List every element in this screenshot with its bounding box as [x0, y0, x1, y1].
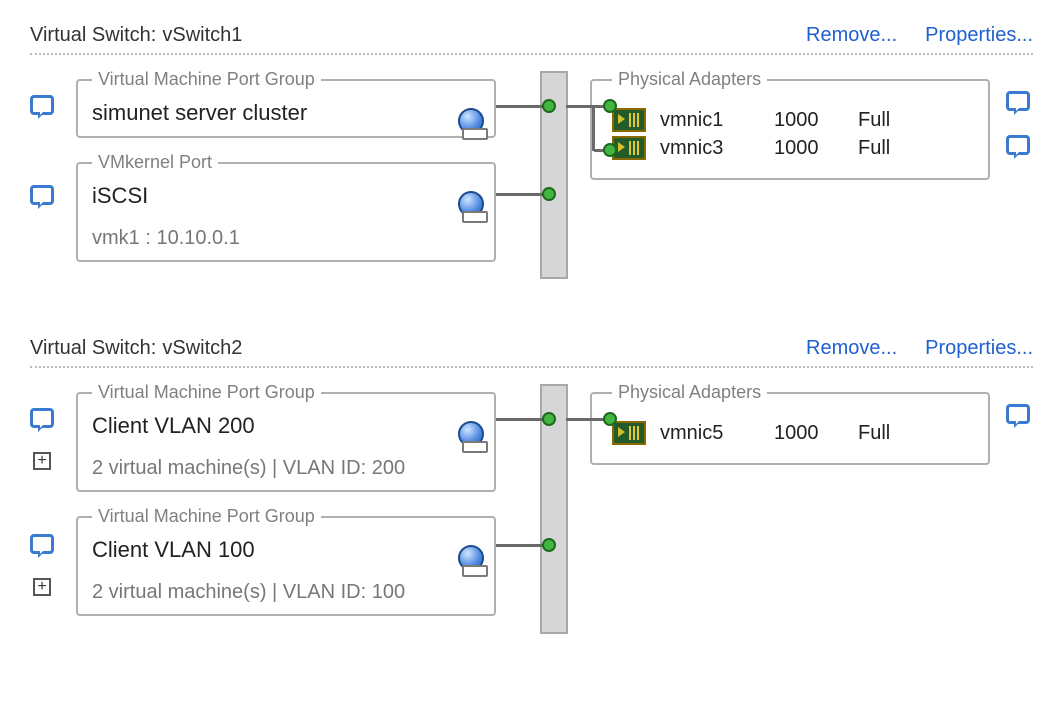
connector-node	[542, 99, 556, 113]
connector-node	[542, 412, 556, 426]
adapter-row: vmnic5 1000 Full	[612, 421, 974, 445]
physical-adapters-box: Physical Adapters vmnic1 1000 Full vmnic…	[590, 69, 990, 180]
adapter-row: vmnic3 1000 Full	[612, 136, 974, 160]
port-group-name: iSCSI	[92, 183, 480, 209]
port-group-type-label: Virtual Machine Port Group	[92, 69, 321, 90]
nic-icon	[612, 421, 646, 445]
adapter-duplex: Full	[858, 109, 890, 132]
connector-line	[566, 418, 604, 421]
adapter-duplex: Full	[858, 137, 890, 160]
network-icon	[458, 108, 484, 134]
info-bubble-icon[interactable]	[1006, 91, 1030, 111]
properties-link[interactable]: Properties...	[925, 337, 1033, 360]
info-bubble-icon[interactable]	[30, 185, 54, 205]
vswitch-section: Virtual Switch: vSwitch1 Remove... Prope…	[30, 24, 1033, 289]
port-group-address: vmk1 : 10.10.0.1	[92, 227, 480, 250]
info-bubble-icon[interactable]	[1006, 135, 1030, 155]
info-bubble-icon[interactable]	[30, 95, 54, 115]
port-group-detail: 2 virtual machine(s) | VLAN ID: 100	[92, 581, 480, 604]
adapter-speed: 1000	[774, 422, 844, 445]
vswitch-diagram: + + Virtual Machine Port Group Client VL…	[30, 382, 1033, 642]
vswitch-actions: Remove... Properties...	[806, 337, 1033, 360]
physical-adapters-label: Physical Adapters	[612, 382, 767, 403]
connector-line	[496, 544, 544, 547]
port-group-type-label: Virtual Machine Port Group	[92, 382, 321, 403]
vswitch-title-label: Virtual Switch:	[30, 337, 156, 360]
network-icon	[458, 545, 484, 571]
vswitch-header: Virtual Switch: vSwitch2 Remove... Prope…	[30, 337, 1033, 368]
adapter-name: vmnic5	[660, 422, 760, 445]
port-group-box: VMkernel Port iSCSI vmk1 : 10.10.0.1	[76, 152, 496, 262]
vswitch-title-label: Virtual Switch:	[30, 24, 156, 47]
remove-link[interactable]: Remove...	[806, 24, 897, 47]
connector-line	[496, 193, 544, 196]
port-group-box: Virtual Machine Port Group Client VLAN 1…	[76, 506, 496, 616]
connector-line	[496, 418, 544, 421]
nic-icon	[612, 136, 646, 160]
port-group-type-label: Virtual Machine Port Group	[92, 506, 321, 527]
connector-line	[566, 105, 604, 108]
physical-adapters-label: Physical Adapters	[612, 69, 767, 90]
port-group-name: Client VLAN 100	[92, 537, 480, 563]
connector-node	[542, 538, 556, 552]
adapter-speed: 1000	[774, 137, 844, 160]
port-group-name: simunet server cluster	[92, 100, 480, 126]
connector-node	[603, 412, 617, 426]
port-group-detail: 2 virtual machine(s) | VLAN ID: 200	[92, 457, 480, 480]
properties-link[interactable]: Properties...	[925, 24, 1033, 47]
expand-toggle[interactable]: +	[33, 452, 51, 470]
port-group-box: Virtual Machine Port Group Client VLAN 2…	[76, 382, 496, 492]
nic-icon	[612, 108, 646, 132]
vswitch-name: vSwitch1	[162, 24, 242, 47]
vswitch-actions: Remove... Properties...	[806, 24, 1033, 47]
adapter-duplex: Full	[858, 422, 890, 445]
info-bubble-icon[interactable]	[1006, 404, 1030, 424]
adapter-name: vmnic1	[660, 109, 760, 132]
connector-line	[496, 105, 544, 108]
vswitch-header: Virtual Switch: vSwitch1 Remove... Prope…	[30, 24, 1033, 55]
connector-node	[603, 99, 617, 113]
expand-toggle[interactable]: +	[33, 578, 51, 596]
port-group-box: Virtual Machine Port Group simunet serve…	[76, 69, 496, 138]
vswitch-diagram: Virtual Machine Port Group simunet serve…	[30, 69, 1033, 289]
vswitch-section: Virtual Switch: vSwitch2 Remove... Prope…	[30, 337, 1033, 642]
physical-adapters-box: Physical Adapters vmnic5 1000 Full	[590, 382, 990, 465]
vswitch-name: vSwitch2	[162, 337, 242, 360]
connector-node	[542, 187, 556, 201]
info-bubble-icon[interactable]	[30, 408, 54, 428]
port-group-type-label: VMkernel Port	[92, 152, 218, 173]
network-icon	[458, 191, 484, 217]
adapter-speed: 1000	[774, 109, 844, 132]
info-bubble-icon[interactable]	[30, 534, 54, 554]
adapter-name: vmnic3	[660, 137, 760, 160]
adapter-row: vmnic1 1000 Full	[612, 108, 974, 132]
network-icon	[458, 421, 484, 447]
connector-line	[592, 105, 595, 151]
remove-link[interactable]: Remove...	[806, 337, 897, 360]
connector-node	[603, 143, 617, 157]
port-group-name: Client VLAN 200	[92, 413, 480, 439]
